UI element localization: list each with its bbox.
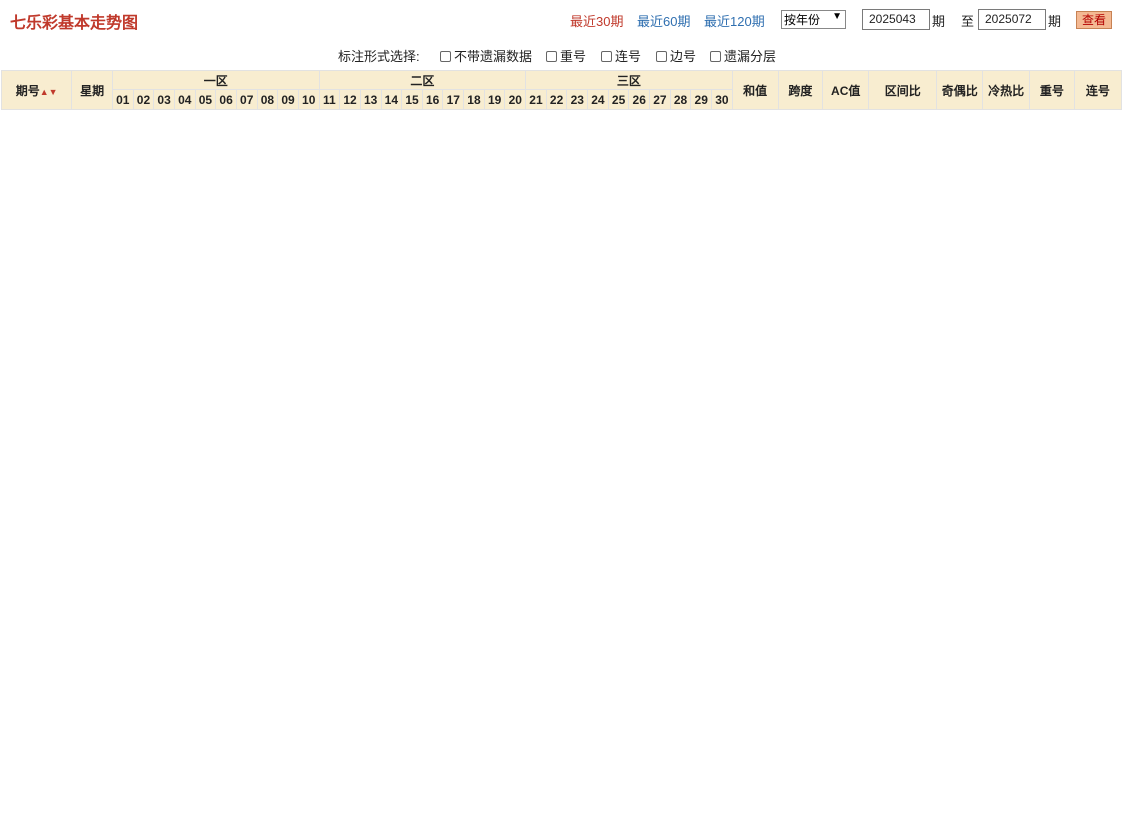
number-header: 19: [483, 89, 506, 110]
col-span: 跨度: [777, 70, 824, 110]
number-header: 13: [359, 89, 382, 110]
col-sum: 和值: [731, 70, 779, 110]
to-label: 至: [961, 14, 975, 29]
range-120-link[interactable]: 最近120期: [704, 11, 765, 30]
checkbox[interactable]: [546, 51, 557, 62]
top-bar: 七乐彩基本走势图 最近30期 最近60期 最近120期 按年份 ▼ 2025043…: [0, 0, 1124, 38]
range-60-link[interactable]: 最近60期: [637, 11, 690, 30]
number-header: 24: [587, 89, 609, 110]
number-header: 22: [545, 89, 568, 110]
number-header: 09: [277, 89, 299, 110]
number-header: 27: [649, 89, 671, 110]
sort-icon: ▲▼: [39, 86, 58, 97]
col-consecutive: 连号: [1073, 70, 1123, 110]
number-header: 23: [566, 89, 589, 110]
number-header: 11: [318, 89, 341, 110]
format-options: 标注形式选择: 不带遗漏数据 重号 连号 边号 遗漏分层: [0, 40, 1124, 68]
number-header: 30: [711, 89, 733, 110]
from-issue-input[interactable]: 2025043: [862, 9, 930, 30]
col-ac: AC值: [822, 70, 870, 110]
number-header: 21: [525, 89, 547, 110]
checkbox[interactable]: [440, 51, 451, 62]
number-header: 14: [380, 89, 403, 110]
col-week: 星期: [71, 70, 113, 110]
number-header: 29: [690, 89, 713, 110]
number-header: 18: [463, 89, 485, 110]
option-missing-layers[interactable]: 遗漏分层: [710, 46, 776, 65]
number-header: 06: [215, 89, 237, 110]
chevron-down-icon: ▼: [832, 11, 842, 22]
year-select[interactable]: 按年份 ▼: [781, 10, 846, 29]
number-header: 15: [401, 89, 423, 110]
col-zone2: 二区: [318, 70, 527, 90]
format-label: 标注形式选择:: [338, 49, 420, 64]
col-repeat: 重号: [1028, 70, 1075, 110]
number-header: 17: [442, 89, 465, 110]
number-header: 05: [194, 89, 217, 110]
number-header: 10: [297, 89, 320, 110]
number-header: 03: [153, 89, 175, 110]
number-header: 08: [256, 89, 279, 110]
to-suffix: 期: [1048, 14, 1062, 29]
option-edge[interactable]: 边号: [656, 46, 696, 65]
option-no-missing[interactable]: 不带遗漏数据: [440, 46, 532, 65]
col-odd-even: 奇偶比: [936, 70, 984, 110]
col-zone1: 一区: [111, 70, 320, 90]
col-issue[interactable]: 期号▲▼: [0, 70, 73, 110]
trend-table: 期号▲▼ 星期 一区 二区 三区 和值 跨度 AC值 区间比 奇偶比 冷热比 重…: [0, 70, 1123, 110]
number-header: 26: [628, 89, 651, 110]
number-header: 02: [132, 89, 155, 110]
range-30-link[interactable]: 最近30期: [570, 11, 623, 30]
col-hot-cold: 冷热比: [982, 70, 1030, 110]
from-suffix: 期: [932, 14, 946, 29]
checkbox[interactable]: [601, 51, 612, 62]
checkbox[interactable]: [710, 51, 721, 62]
page-title: 七乐彩基本走势图: [10, 15, 139, 32]
year-select-value: 按年份: [784, 13, 821, 27]
query-button[interactable]: 查看: [1076, 11, 1112, 29]
number-header: 04: [173, 89, 196, 110]
col-zone3: 三区: [525, 70, 733, 90]
number-header: 01: [111, 89, 134, 110]
option-consecutive[interactable]: 连号: [601, 46, 641, 65]
number-header: 20: [504, 89, 527, 110]
number-header: 07: [235, 89, 258, 110]
number-header: 25: [607, 89, 630, 110]
number-header: 16: [421, 89, 444, 110]
to-issue-input[interactable]: 2025072: [978, 9, 1046, 30]
number-header: 28: [669, 89, 692, 110]
option-repeat[interactable]: 重号: [546, 46, 586, 65]
checkbox[interactable]: [656, 51, 667, 62]
col-zone-ratio: 区间比: [868, 70, 938, 110]
number-header: 12: [339, 89, 361, 110]
